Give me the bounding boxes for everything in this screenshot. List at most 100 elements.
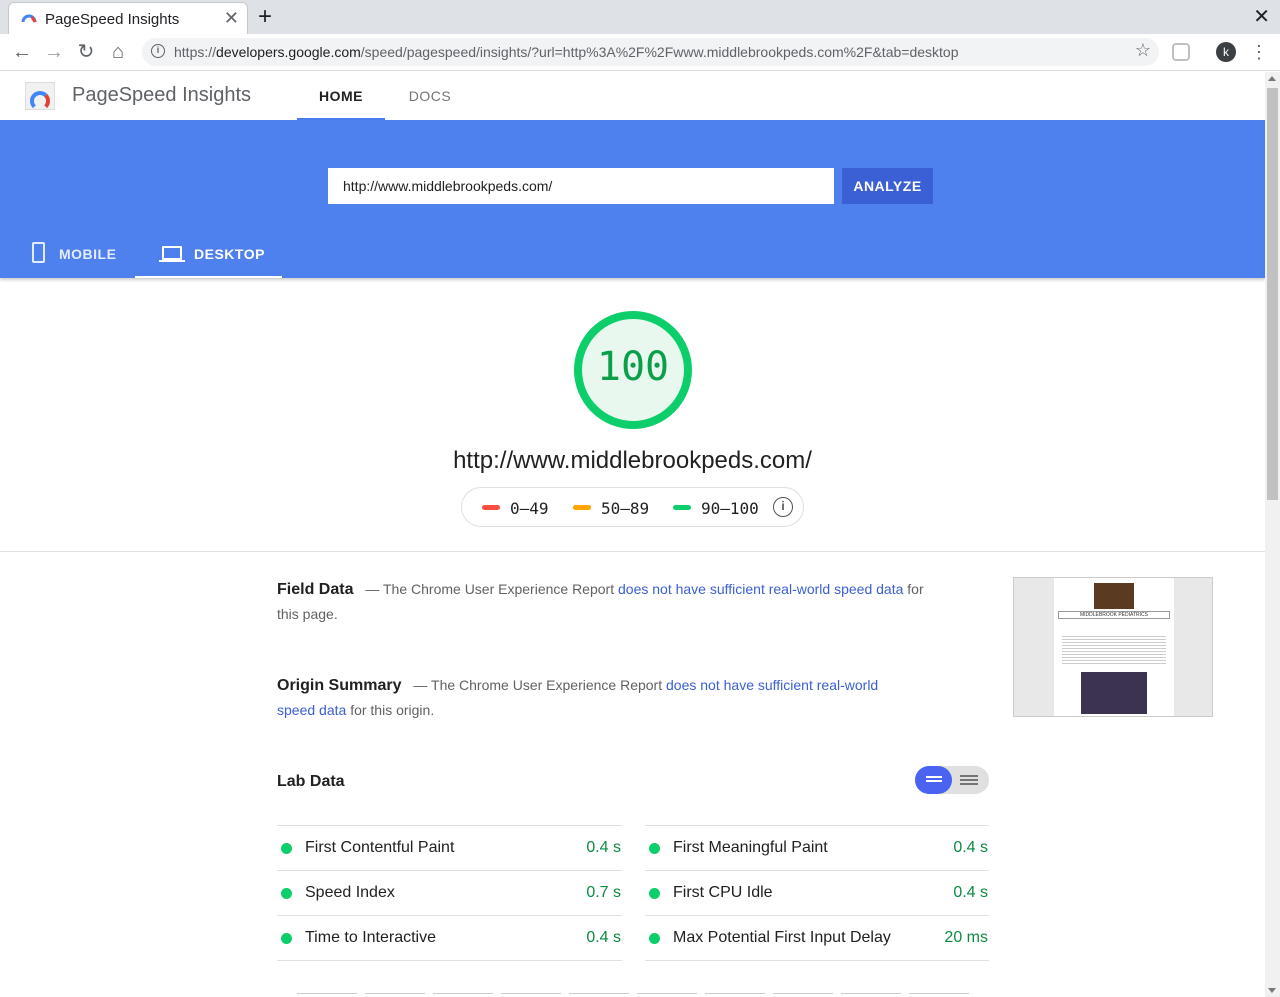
metric-value: 0.4 s [953, 839, 988, 856]
field-data-heading: Field Data [277, 581, 354, 598]
performance-score: 100 [596, 344, 670, 390]
metric-row: First CPU Idle 0.4 s [645, 871, 989, 916]
tab-desktop-label: DESKTOP [194, 246, 265, 262]
metric-value: 0.4 s [586, 839, 621, 856]
metric-value: 20 ms [944, 929, 988, 946]
tab-close-icon[interactable]: ✕ [224, 8, 239, 29]
metrics-left-column: First Contentful Paint 0.4 s Speed Index… [277, 825, 622, 961]
legend-average-label: 50–89 [601, 499, 650, 518]
url-input[interactable] [328, 168, 834, 204]
metric-row: Speed Index 0.7 s [277, 871, 622, 916]
metric-name: First Meaningful Paint [673, 839, 828, 856]
summary-view-button[interactable] [915, 766, 952, 794]
origin-summary-text-after: for this origin. [350, 702, 435, 718]
metric-row: First Meaningful Paint 0.4 s [645, 826, 989, 871]
nav-home-tab[interactable]: HOME [297, 72, 385, 120]
window-close-icon[interactable]: ✕ [1253, 4, 1270, 29]
metric-row: First Contentful Paint 0.4 s [277, 826, 622, 871]
extension-icon[interactable] [1172, 43, 1190, 61]
browser-tab-bar: PageSpeed Insights ✕ + ✕ [0, 0, 1280, 34]
pass-dot-icon [281, 933, 292, 944]
filmstrip-frame [501, 993, 561, 997]
legend-pass-swatch [673, 505, 691, 510]
scroll-up-icon[interactable] [1268, 76, 1276, 81]
metric-value: 0.4 s [586, 929, 621, 946]
analyze-button[interactable]: ANALYZE [842, 168, 933, 204]
thumbnail-page: MIDDLEBROOK PEDIATRICS [1054, 578, 1174, 716]
thumbnail-photo [1094, 583, 1134, 609]
list-view-icon[interactable] [960, 775, 978, 777]
psi-header: PageSpeed Insights HOME DOCS [0, 72, 1265, 120]
site-title[interactable]: PageSpeed Insights [72, 84, 251, 107]
address-url[interactable]: https://developers.google.com/speed/page… [174, 44, 958, 60]
browser-toolbar: ← → ↻ ⌂ i https://developers.google.com/… [0, 34, 1280, 71]
home-icon[interactable]: ⌂ [106, 40, 130, 64]
metric-value: 0.4 s [953, 884, 988, 901]
pass-dot-icon [281, 843, 292, 854]
thumbnail-site-title: MIDDLEBROOK PEDIATRICS [1058, 611, 1170, 619]
pass-dot-icon [649, 843, 660, 854]
profile-avatar[interactable]: k [1216, 42, 1236, 62]
field-data-dash: — [365, 581, 380, 597]
smartphone-icon [32, 242, 45, 263]
divider [0, 551, 1265, 552]
summary-view-icon [926, 776, 942, 778]
legend-fail-label: 0–49 [510, 499, 549, 518]
field-data-text: The Chrome User Experience Report [383, 581, 615, 597]
metrics-right-column: First Meaningful Paint 0.4 s First CPU I… [645, 825, 989, 961]
reload-icon[interactable]: ↻ [74, 40, 98, 64]
tab-desktop[interactable]: DESKTOP [135, 232, 282, 278]
filmstrip [297, 993, 977, 997]
metric-row: Time to Interactive 0.4 s [277, 916, 622, 961]
view-toggle[interactable] [915, 766, 989, 794]
origin-summary-dash: — [413, 677, 428, 693]
pagespeed-logo-icon[interactable] [25, 82, 55, 111]
browser-menu-icon[interactable]: ⋮ [1250, 40, 1268, 64]
legend-average-swatch [573, 505, 591, 510]
analyzed-url: http://www.middlebrookpeds.com/ [453, 447, 812, 474]
pass-dot-icon [281, 888, 292, 899]
new-tab-icon[interactable]: + [258, 3, 272, 31]
scroll-down-icon[interactable] [1268, 988, 1276, 993]
metric-value: 0.7 s [586, 884, 621, 901]
metric-name: First CPU Idle [673, 884, 773, 901]
metric-name: Time to Interactive [305, 929, 437, 946]
filmstrip-frame [365, 993, 425, 997]
info-icon[interactable]: i [773, 497, 793, 517]
tab-mobile-label: MOBILE [59, 246, 117, 262]
filmstrip-frame [705, 993, 765, 997]
filmstrip-frame [841, 993, 901, 997]
pass-dot-icon [649, 933, 660, 944]
back-icon[interactable]: ← [10, 40, 34, 64]
summary-view-icon-line [926, 780, 936, 782]
tab-mobile[interactable]: MOBILE [30, 232, 135, 278]
field-data-link[interactable]: does not have sufficient real-world spee… [618, 581, 903, 597]
filmstrip-frame [569, 993, 629, 997]
address-bar[interactable]: i https://developers.google.com/speed/pa… [142, 38, 1159, 66]
browser-tab[interactable]: PageSpeed Insights ✕ [8, 2, 248, 34]
filmstrip-frame [433, 993, 493, 997]
nav-docs-tab[interactable]: DOCS [385, 72, 475, 120]
filmstrip-frame [297, 993, 357, 997]
origin-summary-heading: Origin Summary [277, 677, 402, 694]
pass-dot-icon [649, 888, 660, 899]
legend-fail-swatch [482, 505, 500, 510]
metric-row: Max Potential First Input Delay 20 ms [645, 916, 989, 961]
forward-icon[interactable]: → [42, 40, 66, 64]
site-info-icon[interactable]: i [151, 44, 165, 58]
search-band: ANALYZE MOBILE DESKTOP [0, 120, 1265, 278]
legend-pass-label: 90–100 [701, 499, 759, 518]
bookmark-star-icon[interactable]: ☆ [1135, 40, 1151, 61]
metric-name: First Contentful Paint [305, 839, 455, 856]
pagespeed-favicon-icon [21, 14, 37, 23]
page-scrollbar[interactable] [1265, 72, 1280, 997]
filmstrip-frame [909, 993, 969, 997]
thumbnail-text-lines [1062, 634, 1166, 664]
page-screenshot-thumbnail: MIDDLEBROOK PEDIATRICS [1013, 577, 1213, 717]
lab-data-heading: Lab Data [277, 773, 345, 790]
thumbnail-photo-2 [1081, 672, 1147, 714]
tab-title: PageSpeed Insights [45, 11, 180, 28]
scrollbar-thumb[interactable] [1267, 88, 1278, 500]
laptop-icon [159, 246, 185, 262]
origin-summary-text: The Chrome User Experience Report [431, 677, 663, 693]
